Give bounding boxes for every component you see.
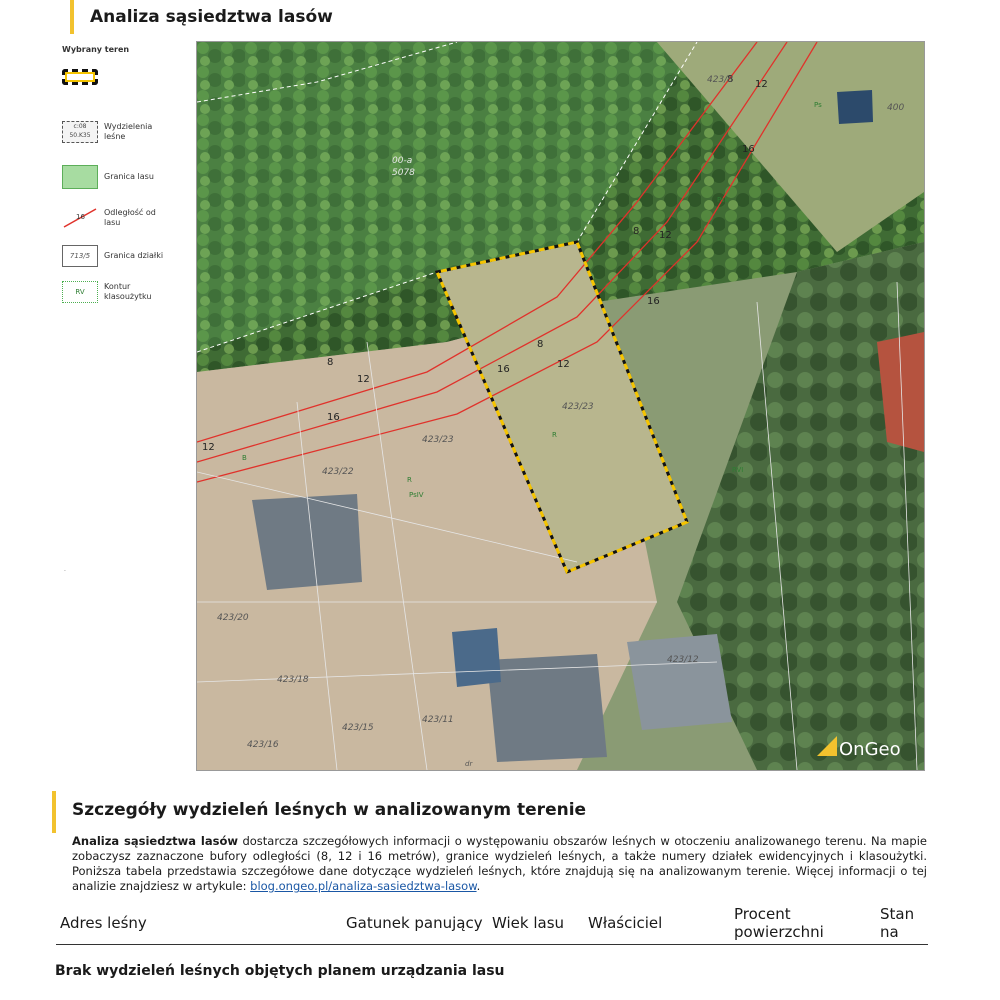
parcel-label: 423/20 (217, 613, 249, 623)
intro-bold: Analiza sąsiedztwa lasów (72, 834, 238, 848)
buffer-label: 16 (327, 412, 340, 423)
parcel-symbol: 713/5 (62, 245, 98, 267)
buffer-label: 12 (202, 442, 215, 453)
ongeo-logo-text: OnGeo (839, 739, 901, 760)
parcel-label: 423/8 (707, 75, 733, 85)
legend-item-forest-units: c:08 50.K35 Wydzielenia leśne (62, 121, 164, 143)
parcel-label: 423/18 (277, 675, 309, 685)
parcel-label: 400 (887, 103, 904, 113)
buffer-label: 12 (557, 359, 570, 370)
buffer-label: 8 (327, 357, 333, 368)
section-title: Szczegóły wydzieleń leśnych w analizowan… (72, 800, 587, 820)
intro-paragraph: Analiza sąsiedztwa lasów dostarcza szcze… (72, 834, 927, 894)
parcel-label: 423/22 (322, 467, 354, 477)
landuse-label: PsV (717, 196, 730, 204)
landuse-label: RVI (732, 466, 743, 474)
distance-sample: 16 (76, 213, 85, 221)
no-forest-units-notice: Brak wydzieleń leśnych objętych planem u… (55, 963, 505, 979)
forest-unit-label: 00-a (392, 156, 412, 166)
parcel-label: 423/15 (342, 723, 374, 733)
forest-neighbourhood-map[interactable]: 8 12 16 8 12 16 12 8 12 16 8 12 16 5078 … (196, 41, 925, 771)
forest-border-symbol (62, 165, 98, 189)
column-header: Adres leśny (56, 902, 342, 945)
parcel-label: 423/16 (247, 740, 279, 750)
forest-unit-symbol: c:08 50.K35 (62, 121, 98, 143)
landuse-label: Ps (814, 101, 822, 109)
legend-label: Wydzielenia leśne (104, 122, 153, 141)
legend-label: Granica działki (104, 251, 164, 261)
legend-label: Kontur klasoużytku (104, 282, 152, 301)
legend-title: Wybrany teren (62, 45, 130, 54)
column-header: Właściciel (584, 902, 730, 945)
column-header: Stan na (876, 902, 928, 945)
legend-item-landuse: RV Kontur klasoużytku (62, 281, 164, 303)
stray-mark: . (64, 566, 66, 573)
map-canvas: 8 12 16 8 12 16 12 8 12 16 8 12 16 5078 … (197, 42, 924, 770)
intro-end: . (476, 879, 481, 893)
legend-item-forest-border: Granica lasu (62, 165, 164, 189)
shed-roof (452, 628, 501, 687)
buffer-label: 8 (633, 226, 639, 237)
parcel-label: 423/12 (667, 655, 699, 665)
table-header-row: Adres leśny Gatunek panujący Wiek lasu W… (56, 902, 928, 945)
column-header: Wiek lasu (488, 902, 584, 945)
buffer-label: 12 (659, 230, 672, 241)
landuse-label: R (407, 476, 412, 484)
section-accent-bar (52, 791, 56, 833)
landuse-label: B (242, 454, 247, 462)
column-header: Gatunek panujący (342, 902, 488, 945)
house-roof (252, 494, 362, 590)
map-legend: Wybrany teren c:08 50.K35 Wydzielenia le… (62, 45, 182, 303)
buffer-label: 8 (537, 339, 543, 350)
buffer-label: 16 (742, 144, 755, 155)
legend-label: Granica lasu (104, 172, 154, 182)
article-link[interactable]: blog.ongeo.pl/analiza-sasiedztwa-lasow (250, 879, 476, 893)
header-accent-bar (70, 0, 74, 34)
legend-item-parcel: 713/5 Granica działki (62, 245, 164, 267)
buffer-label: 16 (647, 296, 660, 307)
parcel-label: 423/23 (562, 402, 594, 412)
forest-unit-label: 5078 (392, 168, 415, 178)
legend-item-selected (62, 69, 98, 85)
forest-units-table: Adres leśny Gatunek panujący Wiek lasu W… (56, 902, 928, 945)
landuse-label: R (552, 431, 557, 439)
landuse-contour-symbol: RV (62, 281, 98, 303)
road-label: dr (465, 760, 473, 768)
parcel-label: 423/11 (422, 715, 454, 725)
legend-label: Odległość od lasu (104, 208, 156, 227)
distance-line-symbol: 16 (63, 208, 97, 228)
buffer-label: 12 (755, 79, 768, 90)
legend-item-distance: 16 Odległość od lasu (62, 207, 164, 229)
landuse-label: PsIV (409, 491, 424, 499)
buffer-label: 12 (357, 374, 370, 385)
solar-panel (837, 90, 873, 124)
house-roof (627, 634, 732, 730)
selected-area-symbol (62, 69, 98, 85)
column-header: Procent powierzchni (730, 902, 876, 945)
buffer-label: 16 (497, 364, 510, 375)
parcel-label: 423/23 (422, 435, 454, 445)
page-title: Analiza sąsiedztwa lasów (90, 7, 333, 27)
